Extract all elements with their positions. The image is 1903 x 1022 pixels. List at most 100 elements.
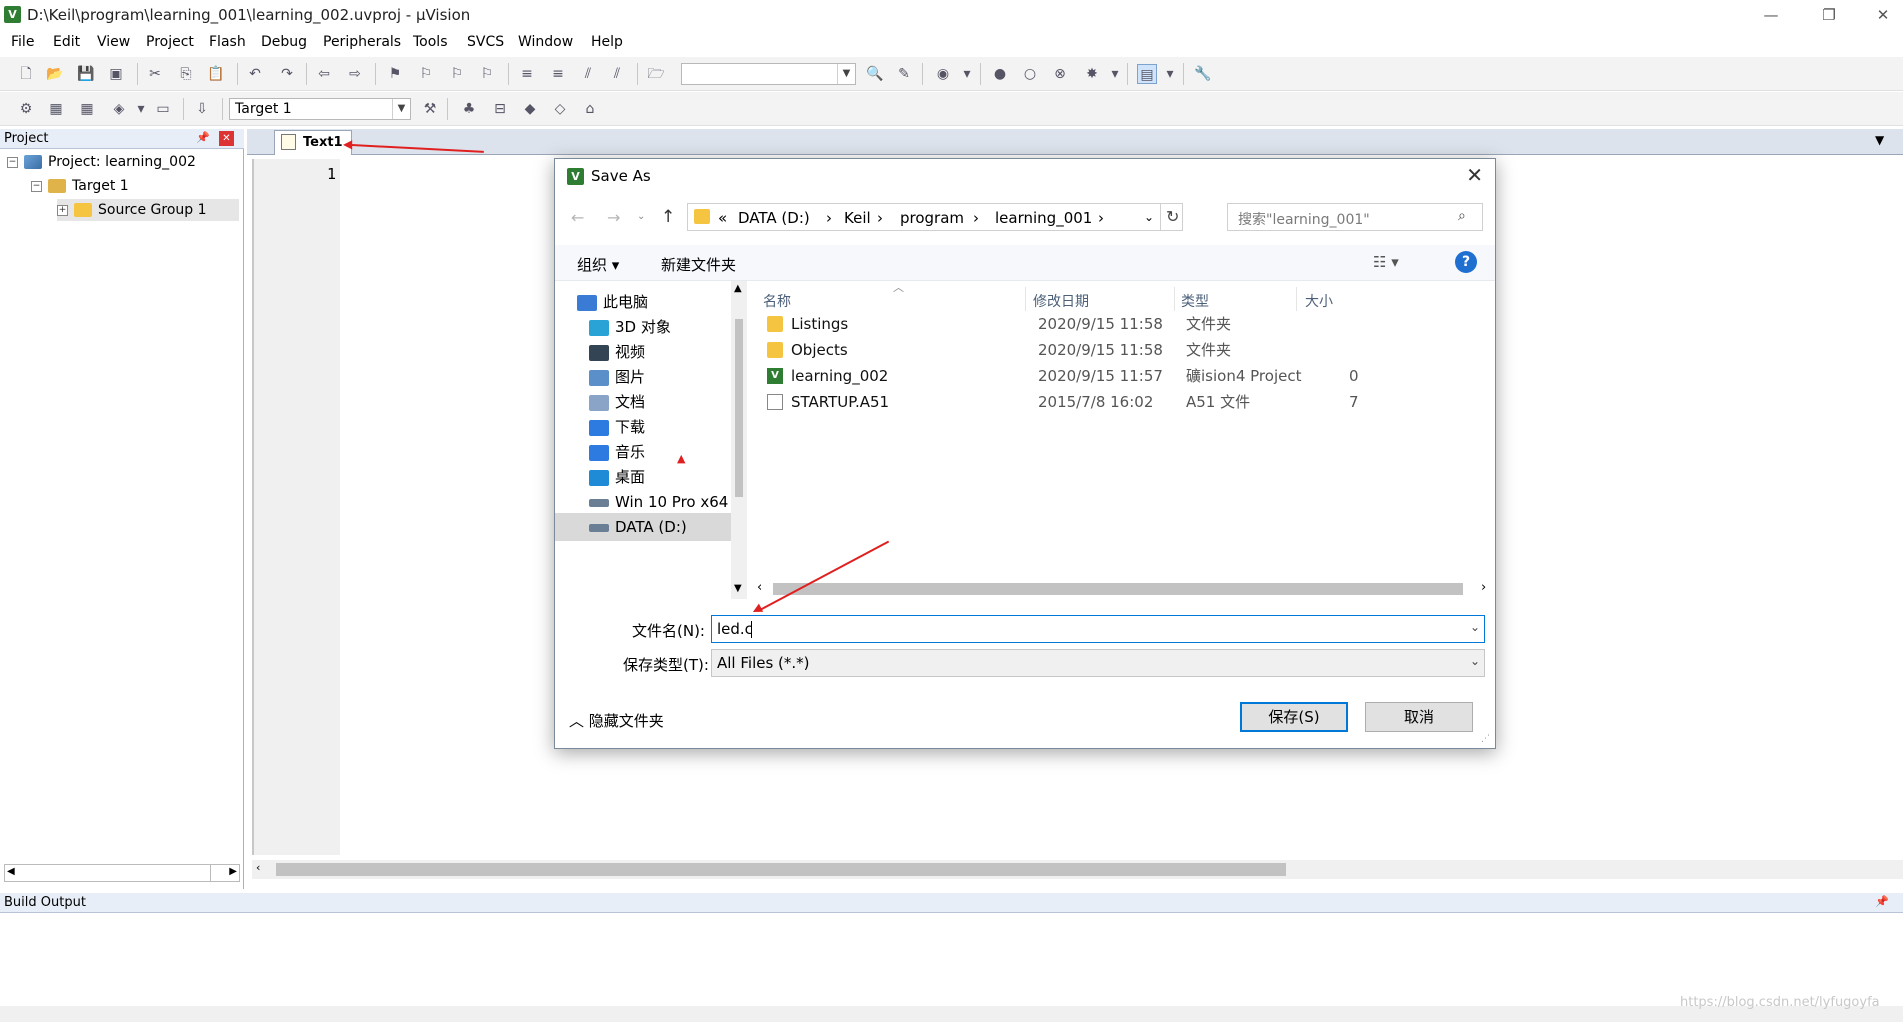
menu-flash[interactable]: Flash bbox=[209, 34, 246, 50]
breadcrumb-program[interactable]: program bbox=[900, 209, 964, 227]
cut-icon[interactable]: ✂ bbox=[145, 64, 165, 84]
search-box[interactable]: 搜索"learning_001" ⌕ bbox=[1227, 203, 1483, 231]
menu-svcs[interactable]: SVCS bbox=[467, 34, 504, 50]
bookmark-prev-icon[interactable]: ⚐ bbox=[416, 64, 436, 84]
manage-runtime-icon[interactable]: ⊟ bbox=[490, 99, 510, 119]
chevron-down-icon[interactable]: ▾ bbox=[131, 99, 151, 119]
breadcrumb-data-drive[interactable]: DATA (D:) bbox=[738, 209, 810, 227]
scroll-thumb[interactable] bbox=[735, 319, 743, 497]
menu-window[interactable]: Window bbox=[518, 34, 573, 50]
chevron-down-icon[interactable]: ▾ bbox=[1105, 64, 1125, 84]
nav-item-videos[interactable]: 视频 bbox=[589, 338, 744, 366]
target-options-icon[interactable]: ⚒ bbox=[420, 99, 440, 119]
scroll-up-icon[interactable]: ▲ bbox=[734, 283, 742, 294]
tree-item-source-group[interactable]: + Source Group 1 bbox=[57, 199, 239, 221]
column-date[interactable]: 修改日期 bbox=[1033, 291, 1089, 311]
breakpoint-kill-icon[interactable]: ⊗ bbox=[1050, 64, 1070, 84]
nav-item-3d-objects[interactable]: 3D 对象 bbox=[589, 313, 744, 341]
chevron-down-icon[interactable]: ⌄ bbox=[1470, 654, 1480, 668]
file-list-hscroll[interactable]: ‹ › bbox=[755, 579, 1495, 599]
nav-vscroll[interactable]: ▲ ▼ bbox=[731, 281, 747, 599]
nav-item-this-pc[interactable]: 此电脑 bbox=[577, 288, 732, 316]
find-in-files-icon[interactable]: 🗁 bbox=[646, 64, 666, 84]
nav-item-desktop[interactable]: 桌面 bbox=[589, 463, 744, 491]
select-packs-icon[interactable]: ◆ bbox=[520, 99, 540, 119]
close-panel-icon[interactable]: ✕ bbox=[219, 131, 234, 146]
menu-help[interactable]: Help bbox=[591, 34, 623, 50]
chevron-down-icon[interactable]: ▾ bbox=[957, 64, 977, 84]
nav-item-downloads[interactable]: 下载 bbox=[589, 413, 744, 441]
file-row[interactable]: STARTUP.A51 2015/7/8 16:02 A51 文件 7 bbox=[759, 389, 1489, 415]
find-icon[interactable]: 🔍 bbox=[865, 64, 885, 84]
save-button[interactable]: 保存(S) bbox=[1240, 702, 1348, 732]
breakpoint-icon[interactable]: ● bbox=[990, 64, 1010, 84]
refresh-icon[interactable]: ↻ bbox=[1166, 207, 1179, 226]
menu-peripherals[interactable]: Peripherals bbox=[323, 34, 401, 50]
breadcrumb-overflow[interactable]: « bbox=[718, 209, 727, 227]
editor-hscroll[interactable]: ‹ bbox=[252, 860, 1903, 879]
file-row[interactable]: V learning_002 2020/9/15 11:57 礦ision4 P… bbox=[759, 363, 1489, 389]
unindent-icon[interactable]: ≡ bbox=[548, 64, 568, 84]
redo-icon[interactable]: ↷ bbox=[277, 64, 297, 84]
scroll-thumb[interactable] bbox=[276, 863, 1286, 876]
uncomment-icon[interactable]: ⫽ bbox=[607, 64, 627, 84]
resize-grip-icon[interactable]: ⋰ bbox=[1481, 734, 1490, 744]
build-icon[interactable]: ▦ bbox=[46, 99, 66, 119]
file-row[interactable]: Listings 2020/9/15 11:58 文件夹 bbox=[759, 311, 1489, 337]
column-type[interactable]: 类型 bbox=[1181, 291, 1209, 311]
new-folder-button[interactable]: 新建文件夹 bbox=[661, 254, 736, 275]
breadcrumb-learning-001[interactable]: learning_001 bbox=[995, 209, 1092, 227]
breadcrumb-separator[interactable]: › bbox=[877, 209, 883, 227]
column-size[interactable]: 大小 bbox=[1305, 291, 1333, 311]
forward-arrow-icon[interactable]: → bbox=[607, 208, 620, 227]
find-combo[interactable]: ▼ bbox=[681, 63, 856, 85]
breakpoint-disable-icon[interactable]: ○ bbox=[1020, 64, 1040, 84]
menu-debug[interactable]: Debug bbox=[261, 34, 307, 50]
rebuild-icon[interactable]: ▦ bbox=[77, 99, 97, 119]
tree-item-project[interactable]: − Project: learning_002 bbox=[7, 151, 196, 173]
paste-icon[interactable]: 📋 bbox=[206, 64, 226, 84]
search-icon[interactable]: ⌕ bbox=[1458, 208, 1466, 224]
new-file-icon[interactable]: 🗋 bbox=[16, 64, 36, 84]
recent-locations-icon[interactable]: ⌄ bbox=[637, 211, 645, 222]
comment-icon[interactable]: ⫽ bbox=[578, 64, 598, 84]
breadcrumb-separator[interactable]: › bbox=[826, 209, 832, 227]
scroll-down-icon[interactable]: ▼ bbox=[734, 583, 742, 594]
breadcrumb-keil[interactable]: Keil bbox=[844, 209, 871, 227]
copy-icon[interactable]: ⎘ bbox=[176, 64, 196, 84]
close-dialog-button[interactable]: ✕ bbox=[1466, 163, 1483, 187]
project-hscroll[interactable]: ◀ ▶ bbox=[4, 864, 240, 882]
pin-icon[interactable]: 📌 bbox=[196, 131, 210, 144]
chevron-down-icon[interactable]: ⌄ bbox=[1470, 620, 1480, 634]
collapse-icon[interactable]: − bbox=[31, 180, 42, 192]
save-icon[interactable]: 💾 bbox=[76, 64, 96, 84]
address-bar[interactable]: « DATA (D:) › Keil › program › learning_… bbox=[687, 203, 1183, 231]
tab-text1[interactable]: Text1 bbox=[274, 130, 352, 155]
minimize-button[interactable]: — bbox=[1751, 4, 1791, 26]
menu-view[interactable]: View bbox=[97, 34, 130, 50]
breadcrumb-separator[interactable]: › bbox=[1098, 209, 1104, 227]
address-dropdown-icon[interactable]: ⌄ bbox=[1144, 210, 1154, 224]
open-file-icon[interactable]: 📂 bbox=[45, 64, 65, 84]
nav-forward-icon[interactable]: ⇨ bbox=[345, 64, 365, 84]
build-output-hscroll[interactable] bbox=[0, 1006, 1903, 1022]
menu-project[interactable]: Project bbox=[146, 34, 194, 50]
nav-item-music[interactable]: 音乐 bbox=[589, 438, 744, 466]
menu-edit[interactable]: Edit bbox=[53, 34, 80, 50]
scroll-right-icon[interactable]: › bbox=[1481, 580, 1486, 595]
organize-button[interactable]: 组织 ▾ bbox=[577, 254, 619, 275]
menu-file[interactable]: File bbox=[11, 34, 34, 50]
breakpoint-kill-all-icon[interactable]: ✸ bbox=[1082, 64, 1102, 84]
tree-item-target[interactable]: − Target 1 bbox=[31, 175, 129, 197]
view-options-icon[interactable]: ☷ ▾ bbox=[1373, 253, 1399, 271]
undo-icon[interactable]: ↶ bbox=[245, 64, 265, 84]
manage-components-icon[interactable]: ♣ bbox=[459, 99, 479, 119]
configure-tools-icon[interactable]: 🔧 bbox=[1193, 64, 1213, 84]
file-row[interactable]: Objects 2020/9/15 11:58 文件夹 bbox=[759, 337, 1489, 363]
nav-item-win10-drive[interactable]: Win 10 Pro x64 bbox=[589, 488, 744, 516]
download-flash-icon[interactable]: ⇩ bbox=[192, 99, 212, 119]
translate-icon[interactable]: ⚙ bbox=[16, 99, 36, 119]
window-layout-icon[interactable]: ▤ bbox=[1137, 64, 1157, 84]
scroll-left-icon[interactable]: ‹ bbox=[757, 580, 762, 595]
software-packs-icon[interactable]: ⌂ bbox=[580, 99, 600, 119]
